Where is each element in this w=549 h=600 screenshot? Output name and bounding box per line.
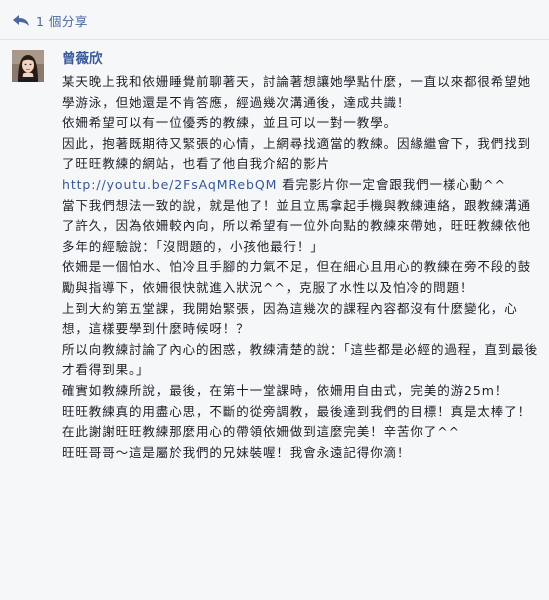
share-count-link[interactable]: 1 個分享 <box>12 11 88 29</box>
comment-text: 看完影片你一定會跟我們一樣心動^^ <box>277 176 506 192</box>
comment-paragraph: 依姍希望可以有一位優秀的教練，並且可以一對一教學。 <box>62 115 398 131</box>
comment-paragraph-with-link: http://youtu.be/2FsAqMRebQM 看完影片你一定會跟我們一… <box>62 175 540 196</box>
comment-paragraph: 旺旺哥哥～這是屬於我們的兄妹裝喔！我會永遠記得你滴！ <box>62 444 411 460</box>
comment-paragraph: 所以向教練討論了內心的困惑，教練清楚的說：「這些都是必經的過程，直到最後才看得到… <box>62 341 539 378</box>
share-arrow-icon <box>12 11 30 29</box>
comment-author[interactable]: 曾薇欣 <box>62 49 540 69</box>
comment-paragraph: 確實如教練所說，最後，在第十一堂課時，依姍用自由式，完美的游25m！ <box>62 382 509 398</box>
comment-paragraph: 因此，抱著既期待又緊張的心情，上網尋找適當的教練。因緣繼會下，我們找到了旺旺教練… <box>62 135 532 172</box>
comment-body: 曾薇欣 某天晚上我和依姗睡覺前聊著天，討論著想讓她學點什麼，一直以來都很希望她學… <box>62 49 540 463</box>
comment-card: 1 個分享 曾薇欣 某天晚上我和依姗睡覺前聊著天，討論著想讓她學點什麼，一直以來… <box>0 0 549 600</box>
comment: 曾薇欣 某天晚上我和依姗睡覺前聊著天，討論著想讓她學點什麼，一直以來都很希望她學… <box>0 41 549 600</box>
comment-paragraph: 旺旺教練真的用盡心思，不斷的從旁調教，最後達到我們的目標！真是太棒了！ <box>62 403 532 419</box>
comment-paragraph: 當下我們想法一致的說，就是他了！並且立馬拿起手機與教練連絡，跟教練溝通了許久，因… <box>62 197 532 254</box>
avatar[interactable] <box>12 50 44 82</box>
profile-photo-icon <box>12 50 44 82</box>
comment-paragraph: 上到大約第五堂課，我開始緊張，因為這幾次的課程內容都沒有什麼變化，心想，這樣要學… <box>62 300 518 337</box>
comment-paragraph: 依姍是一個怕水、怕冷且手腳的力氣不足，但在細心且用心的教練在旁不段的鼓勵與指導下… <box>62 259 532 295</box>
comment-paragraph: 在此謝謝旺旺教練那麼用心的帶領依姍做到這麼完美！辛苦你了^^ <box>62 424 460 440</box>
video-link[interactable]: http://youtu.be/2FsAqMRebQM <box>62 177 277 192</box>
share-bar: 1 個分享 <box>0 0 549 40</box>
share-count-label: 1 個分享 <box>36 13 88 29</box>
comment-paragraph: 某天晚上我和依姗睡覺前聊著天，討論著想讓她學點什麼，一直以來都很希望她學游泳，但… <box>62 74 532 110</box>
